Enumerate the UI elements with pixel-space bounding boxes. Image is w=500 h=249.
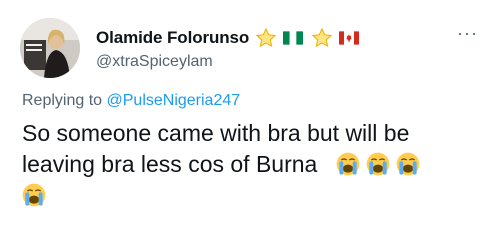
reply-mention-link[interactable]: @PulseNigeria247 xyxy=(107,92,241,109)
user-handle[interactable]: @xtraSpiceylam xyxy=(96,53,213,71)
avatar[interactable] xyxy=(20,18,80,78)
loudly-crying-face-icon xyxy=(22,183,46,207)
star-icon xyxy=(311,27,333,49)
avatar-image xyxy=(20,18,80,78)
display-name[interactable]: Olamide Folorunso xyxy=(96,28,249,48)
reply-context: Replying to @PulseNigeria247 xyxy=(22,92,240,110)
star-icon xyxy=(255,27,277,49)
tweet-text: So someone came with bra but will be lea… xyxy=(22,118,482,211)
author-name-row[interactable]: Olamide Folorunso xyxy=(96,26,360,50)
more-options-icon[interactable]: ··· xyxy=(457,24,478,42)
nigeria-flag-icon xyxy=(281,31,304,45)
loudly-crying-face-icon xyxy=(336,152,360,176)
reply-prefix: Replying to xyxy=(22,92,103,109)
canada-flag-icon xyxy=(337,31,360,45)
tweet-card: Olamide Folorunso @xtraSpiceylam ··· Rep… xyxy=(0,0,500,249)
loudly-crying-face-icon xyxy=(366,152,390,176)
loudly-crying-face-icon xyxy=(396,152,420,176)
